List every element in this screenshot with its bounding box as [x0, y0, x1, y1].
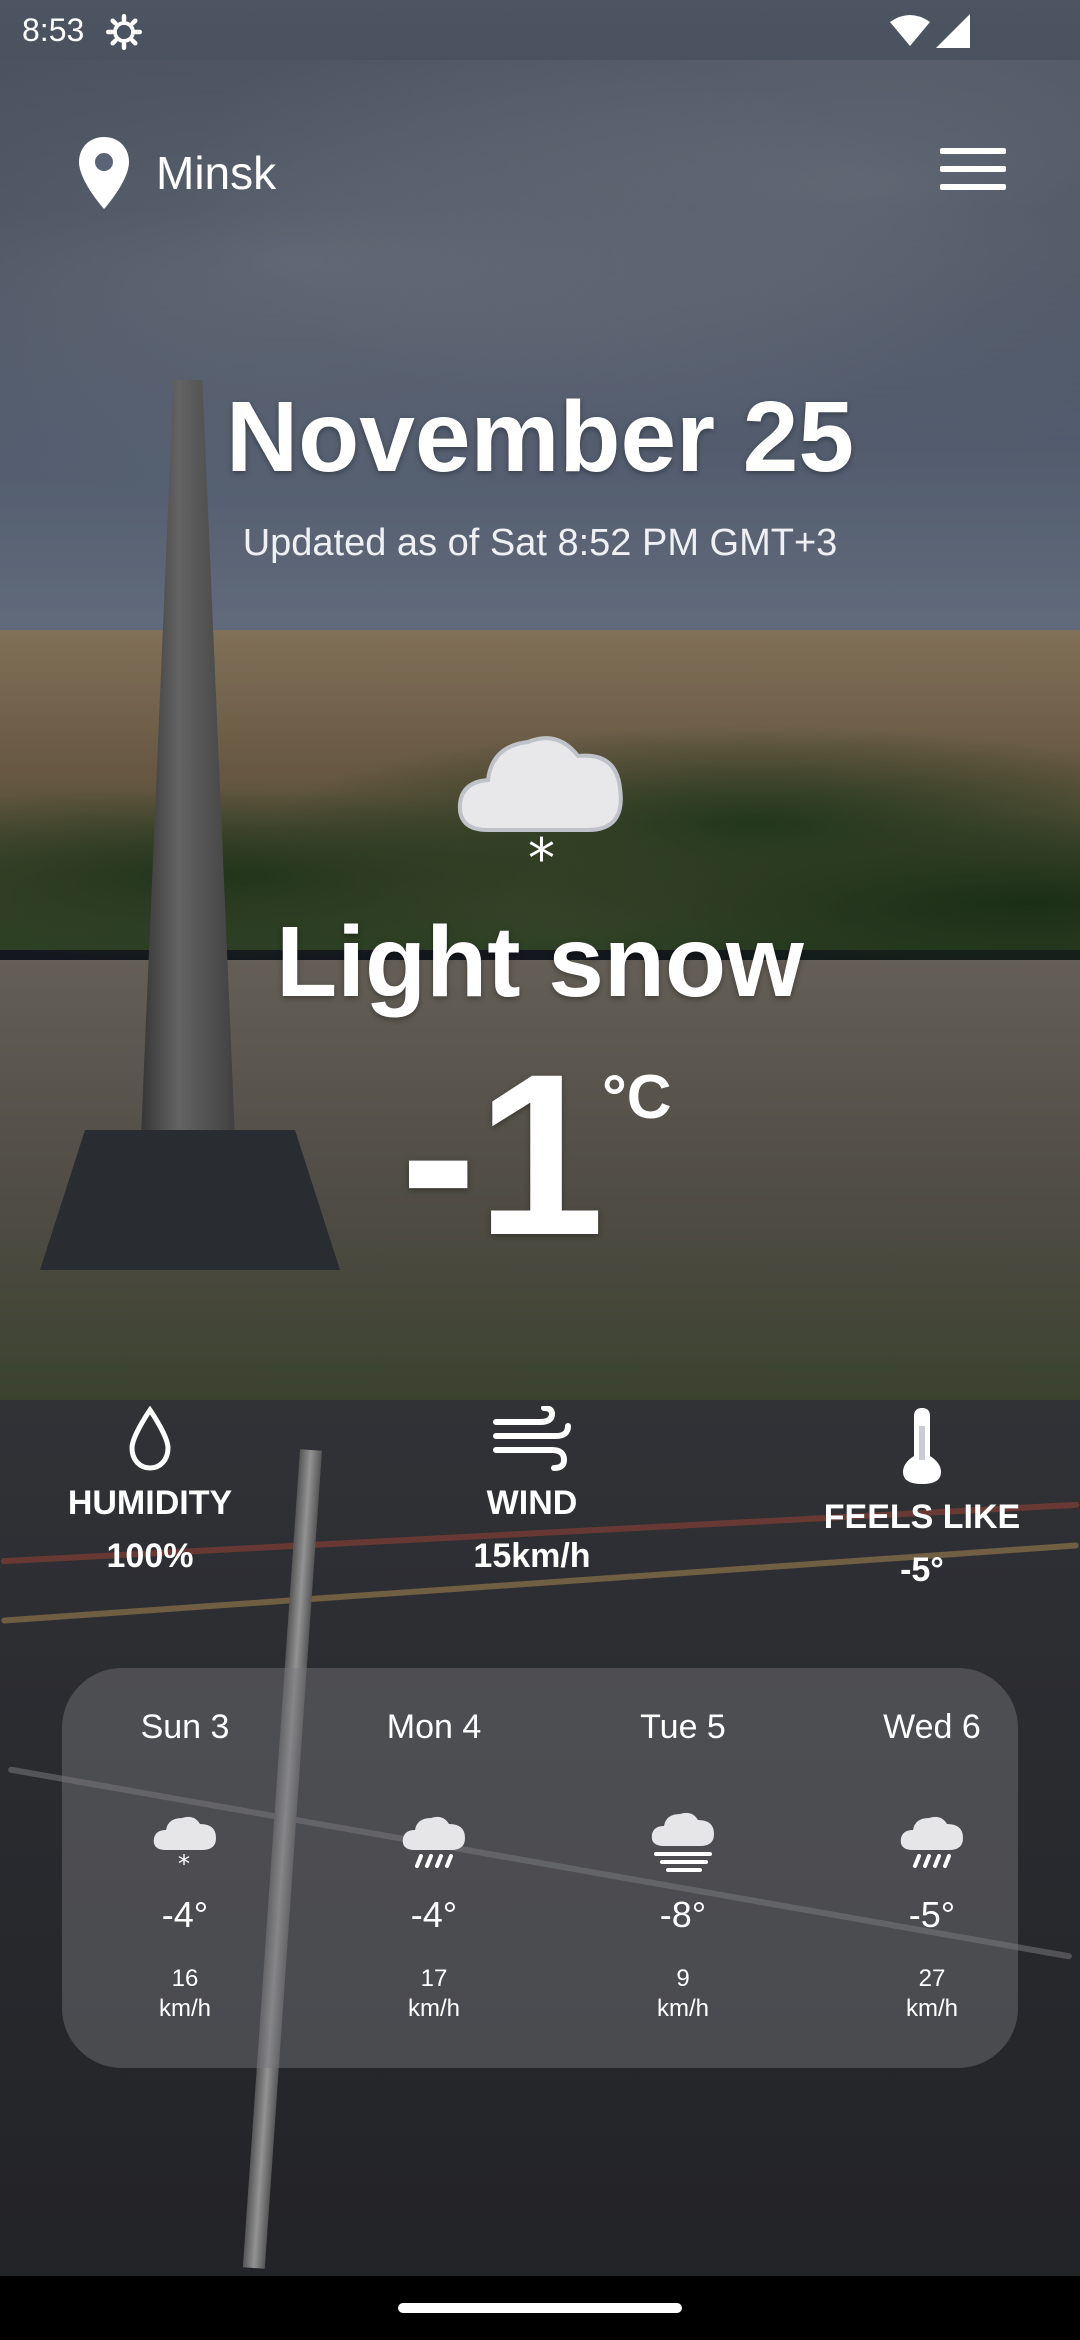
- forecast-wind: 27 km/h: [812, 1964, 1052, 2024]
- forecast-wind-unit: km/h: [407, 1995, 460, 2022]
- city-name[interactable]: Minsk: [156, 146, 276, 200]
- cloud-rain-icon: [900, 1816, 963, 1868]
- forecast-wind-unit: km/h: [656, 1995, 709, 2022]
- forecast-day[interactable]: Mon 4 -4° 17 km/h: [314, 1708, 554, 2024]
- status-bar: 8:53: [0, 0, 1080, 64]
- wind-label: WIND: [486, 1484, 578, 1522]
- current-temperature: -1: [400, 1026, 605, 1283]
- wifi-icon: [890, 15, 930, 46]
- forecast-day[interactable]: Wed 6 -5° 27 km/h: [812, 1708, 1052, 2024]
- wind-icon: [493, 1406, 571, 1471]
- humidity-metric: HUMIDITY 100%: [0, 1406, 300, 1576]
- wind-metric: WIND 15km/h: [382, 1406, 682, 1576]
- forecast-wind: 9 km/h: [563, 1964, 803, 2024]
- forecast-wind: 17 km/h: [314, 1964, 554, 2024]
- forecast-temp: -8°: [659, 1894, 707, 1935]
- humidity-drop-icon: [129, 1406, 171, 1471]
- forecast-day-name: Wed 6: [883, 1708, 981, 1746]
- forecast-wind-unit: km/h: [905, 1995, 958, 2022]
- humidity-value: 100%: [106, 1537, 194, 1575]
- forecast-day[interactable]: Tue 5 -8° 9 km/h: [563, 1708, 803, 2024]
- status-time: 8:53: [22, 12, 85, 48]
- forecast-wind-value: 9: [676, 1965, 690, 1992]
- cloud-snow-icon: *: [153, 1816, 216, 1874]
- forecast-day-name: Mon 4: [386, 1708, 482, 1746]
- forecast-wind-value: 17: [420, 1965, 448, 1992]
- forecast-temp: -4°: [410, 1894, 458, 1935]
- thermometer-icon: [903, 1408, 941, 1484]
- forecast-temp: -4°: [161, 1894, 209, 1935]
- cloud-rain-icon: [402, 1816, 465, 1868]
- cloud-snow-icon: *: [457, 736, 623, 884]
- weather-condition: Light snow: [276, 906, 804, 1018]
- current-date: November 25: [225, 381, 855, 493]
- feels-like-value: -5°: [900, 1551, 944, 1589]
- forecast-wind: 16 km/h: [65, 1964, 305, 2024]
- forecast-wind-value: 27: [918, 1965, 946, 1992]
- forecast-card[interactable]: Sun 3 * -4° 16 km/h Mon 4 -4° 17 km/h Tu…: [62, 1668, 1018, 2068]
- forecast-day-name: Tue 5: [640, 1708, 726, 1746]
- forecast-wind-unit: km/h: [158, 1995, 211, 2022]
- forecast-temp: -5°: [908, 1894, 956, 1935]
- forecast-day-name: Sun 3: [140, 1708, 230, 1746]
- updated-timestamp: Updated as of Sat 8:52 PM GMT+3: [242, 522, 838, 564]
- wind-value: 15km/h: [473, 1537, 591, 1575]
- feels-like-label: FEELS LIKE: [823, 1498, 1021, 1536]
- location-pin-icon[interactable]: [76, 135, 132, 211]
- humidity-label: HUMIDITY: [67, 1484, 233, 1522]
- feels-like-metric: FEELS LIKE -5°: [772, 1406, 1072, 1590]
- settings-gear-icon: [106, 14, 142, 50]
- menu-icon-line: [940, 166, 1006, 172]
- forecast-day[interactable]: Sun 3 * -4° 16 km/h: [65, 1708, 305, 2024]
- home-gesture-handle[interactable]: [398, 2303, 682, 2313]
- cloud-fog-icon: [651, 1812, 714, 1872]
- svg-text:*: *: [528, 827, 555, 884]
- menu-icon-line: [940, 148, 1006, 154]
- forecast-wind-value: 16: [171, 1965, 199, 1992]
- svg-text:*: *: [178, 1850, 190, 1874]
- menu-icon-line: [940, 184, 1006, 190]
- menu-button[interactable]: [940, 148, 1006, 196]
- temperature-unit: °C: [602, 1063, 672, 1132]
- cellular-signal-icon: [936, 14, 970, 48]
